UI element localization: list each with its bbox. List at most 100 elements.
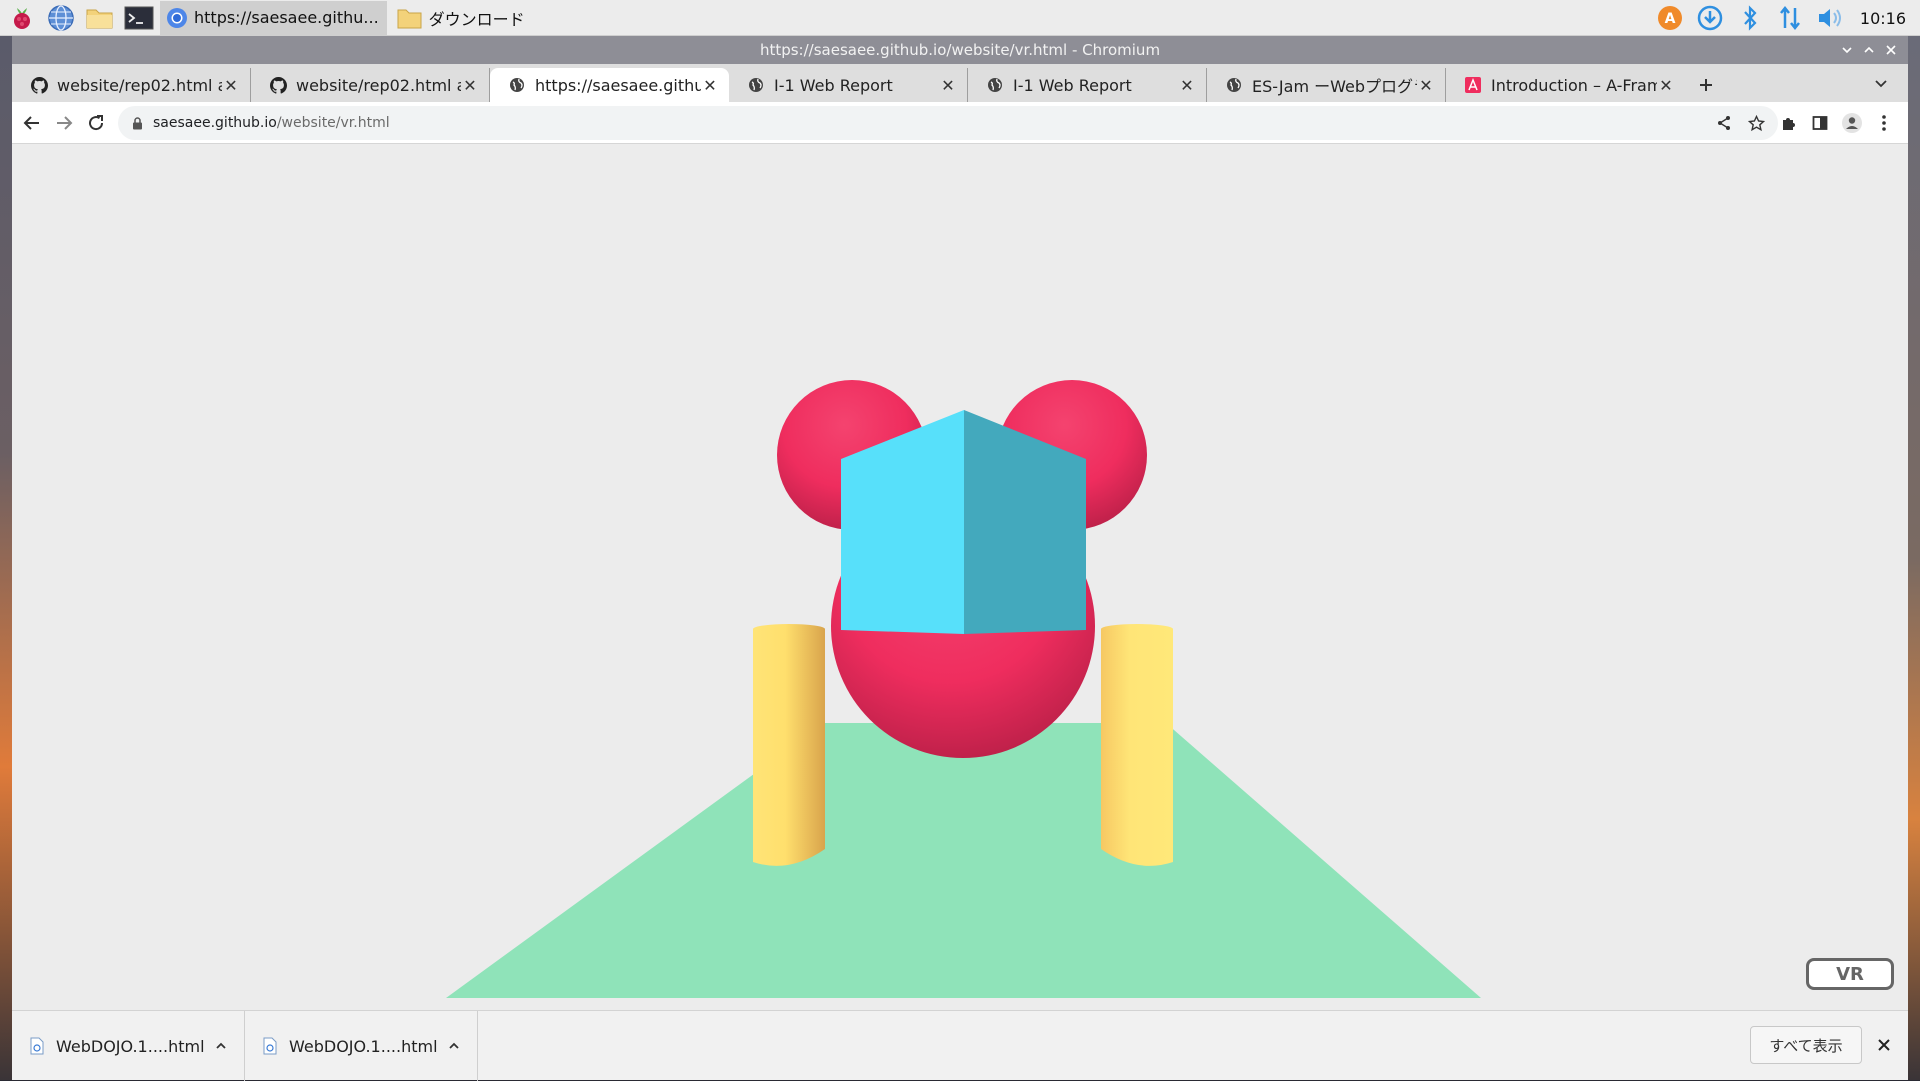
taskbar-task-downloads-folder[interactable]: ダウンロード (391, 1, 533, 35)
new-tab-button[interactable] (1689, 68, 1723, 102)
plus-icon (1700, 79, 1712, 91)
lock-icon (133, 116, 142, 129)
clock[interactable]: 10:16 (1860, 9, 1906, 28)
tab-close-button[interactable]: ✕ (1417, 76, 1435, 95)
download-shelf: WebDOJO.1....html WebDOJO.1....html すべて表… (12, 1010, 1908, 1081)
taskbar-task-label: ダウンロード (428, 9, 525, 29)
input-method-button[interactable]: A (1656, 4, 1684, 32)
tab-vr-page-active[interactable]: https://saesaee.github.io ✕ (490, 68, 729, 102)
download-options-button[interactable] (210, 1040, 232, 1052)
raspberry-menu-icon (14, 7, 30, 29)
download-item[interactable]: WebDOJO.1....html (245, 1011, 478, 1081)
bluetooth-icon (1744, 5, 1757, 31)
download-filename: WebDOJO.1....html (289, 1036, 438, 1056)
network-button[interactable] (1776, 4, 1804, 32)
terminal-icon (124, 6, 154, 29)
tab-web-report-1[interactable]: I-1 Web Report ✕ (729, 68, 968, 102)
window-title: https://saesaee.github.io/website/vr.htm… (759, 41, 1161, 59)
web-browser-launcher[interactable] (44, 1, 78, 35)
tab-github-rep02[interactable]: website/rep02.html at m ✕ (12, 68, 251, 102)
tab-web-report-2[interactable]: I-1 Web Report ✕ (968, 68, 1207, 102)
network-icon (1779, 5, 1800, 31)
web-browser-globe-icon (48, 4, 74, 31)
maximize-button[interactable] (1858, 39, 1880, 61)
reload-button[interactable] (82, 109, 110, 137)
tab-title: website/rep02.html at m (57, 75, 222, 95)
url-path: /website/vr.html (276, 115, 390, 131)
star-icon (1747, 114, 1765, 131)
file-manager-folder-icon (86, 9, 113, 28)
kebab-menu-icon (1882, 115, 1886, 131)
window-controls (1836, 36, 1902, 64)
raspberry-menu-button[interactable] (5, 1, 39, 35)
chevron-up-icon (449, 1042, 459, 1049)
taskbar-task-label: https://saesaee.githu... (194, 8, 379, 27)
chevron-up-icon (216, 1042, 226, 1049)
tab-title: ES-Jam ーWebプログラ (1252, 77, 1417, 96)
aframe-scene-canvas[interactable] (12, 144, 1908, 1010)
globe-icon (988, 78, 1002, 92)
globe-icon (510, 78, 524, 92)
minimize-chevron-icon (1842, 47, 1852, 54)
bluetooth-button[interactable] (1736, 4, 1764, 32)
extensions-button[interactable] (1774, 109, 1802, 137)
enter-vr-button[interactable]: VR (1806, 958, 1894, 990)
tab-strip: website/rep02.html at m ✕ website/rep02.… (12, 64, 1908, 102)
html-file-icon (30, 1037, 44, 1055)
tab-title: website/rep02.html at m (296, 75, 461, 95)
forward-button[interactable] (50, 109, 78, 137)
chevron-down-icon (1875, 80, 1887, 88)
share-button[interactable] (1712, 111, 1736, 135)
close-icon (1878, 1039, 1890, 1051)
browser-toolbar: saesaee.github.io/website/vr.html (12, 102, 1908, 144)
taskbar-task-chromium[interactable]: https://saesaee.githu... (160, 0, 387, 35)
tab-aframe-intro[interactable]: Introduction – A-Frame ✕ (1446, 68, 1685, 102)
window-titlebar[interactable]: https://saesaee.github.io/website/vr.htm… (12, 36, 1908, 64)
side-panel-button[interactable] (1806, 109, 1834, 137)
tab-search-button[interactable] (1868, 70, 1894, 96)
globe-icon (1227, 78, 1241, 92)
desktop-wallpaper-left (0, 36, 12, 1080)
side-panel-icon (1812, 116, 1828, 130)
tab-github-rep02-2[interactable]: website/rep02.html at m ✕ (251, 68, 490, 102)
github-icon (30, 76, 48, 94)
tab-close-button[interactable]: ✕ (1657, 76, 1675, 95)
tab-es-jam[interactable]: ES-Jam ーWebプログラ ✕ (1207, 68, 1446, 102)
input-method-icon: A (1657, 6, 1682, 30)
avatar-icon (1842, 113, 1862, 133)
html-file-icon (263, 1037, 277, 1055)
download-options-button[interactable] (443, 1040, 465, 1052)
close-download-shelf-button[interactable] (1872, 1033, 1896, 1057)
address-bar[interactable]: saesaee.github.io/website/vr.html (118, 106, 1778, 140)
download-filename: WebDOJO.1....html (56, 1036, 205, 1056)
tab-close-button[interactable]: ✕ (939, 76, 957, 95)
browser-menu-button[interactable] (1870, 109, 1898, 137)
bookmark-button[interactable] (1744, 111, 1768, 135)
page-viewport: VR (12, 144, 1908, 1010)
download-item[interactable]: WebDOJO.1....html (12, 1011, 245, 1081)
minimize-button[interactable] (1836, 39, 1858, 61)
chromium-window: https://saesaee.github.io/website/vr.htm… (12, 36, 1908, 1081)
back-button[interactable] (18, 109, 46, 137)
profile-button[interactable] (1838, 109, 1866, 137)
close-icon (1886, 45, 1896, 55)
tab-close-button[interactable]: ✕ (1178, 76, 1196, 95)
omnibox-actions (1704, 111, 1768, 135)
arrow-right-icon (57, 116, 73, 130)
show-all-downloads-button[interactable]: すべて表示 (1750, 1026, 1862, 1064)
terminal-launcher[interactable] (122, 1, 156, 35)
file-manager-launcher[interactable] (83, 1, 117, 35)
tab-close-button[interactable]: ✕ (701, 76, 719, 95)
share-icon (1718, 116, 1730, 130)
volume-icon (1818, 9, 1841, 27)
cylinder-left (753, 624, 825, 866)
download-status-button[interactable] (1696, 4, 1724, 32)
tab-title: I-1 Web Report (1013, 75, 1132, 95)
arrow-left-icon (23, 116, 39, 130)
volume-button[interactable] (1816, 4, 1844, 32)
folder-icon (397, 9, 422, 28)
close-window-button[interactable] (1880, 39, 1902, 61)
globe-icon (749, 78, 763, 92)
tab-close-button[interactable]: ✕ (461, 76, 479, 95)
tab-close-button[interactable]: ✕ (222, 76, 240, 95)
